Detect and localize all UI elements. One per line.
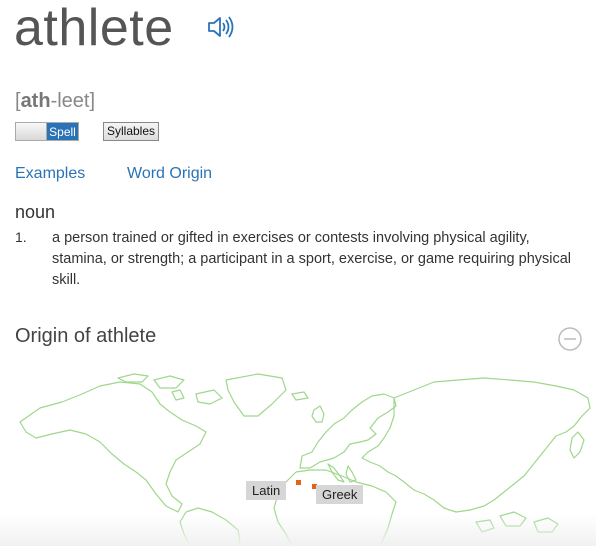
latin-marker <box>296 480 301 485</box>
map-label-latin: Latin <box>246 481 287 500</box>
origin-title: Origin of athlete <box>15 325 157 347</box>
toggle-knob[interactable] <box>16 123 47 140</box>
pronunciation: [ath-leet] <box>15 90 95 113</box>
spell-toggle[interactable]: Spell <box>15 122 79 141</box>
pron-bracket-close: ] <box>89 90 96 112</box>
spell-toggle-label: Spell <box>47 123 78 140</box>
definition-number: 1. <box>15 229 27 245</box>
tab-examples[interactable]: Examples <box>15 165 85 183</box>
pron-rest: -leet <box>50 90 90 112</box>
collapse-icon[interactable] <box>558 327 582 351</box>
headword: athlete <box>14 0 174 57</box>
part-of-speech: noun <box>15 202 56 222</box>
bottom-fade <box>0 514 596 546</box>
speaker-icon[interactable] <box>206 14 236 40</box>
tab-word-origin[interactable]: Word Origin <box>127 165 212 183</box>
map-label-greek: Greek <box>316 485 364 504</box>
syllables-button[interactable]: Syllables <box>103 122 160 141</box>
pron-stressed-syllable: ath <box>20 90 51 112</box>
definition-text: a person trained or gifted in exercises … <box>52 230 572 288</box>
